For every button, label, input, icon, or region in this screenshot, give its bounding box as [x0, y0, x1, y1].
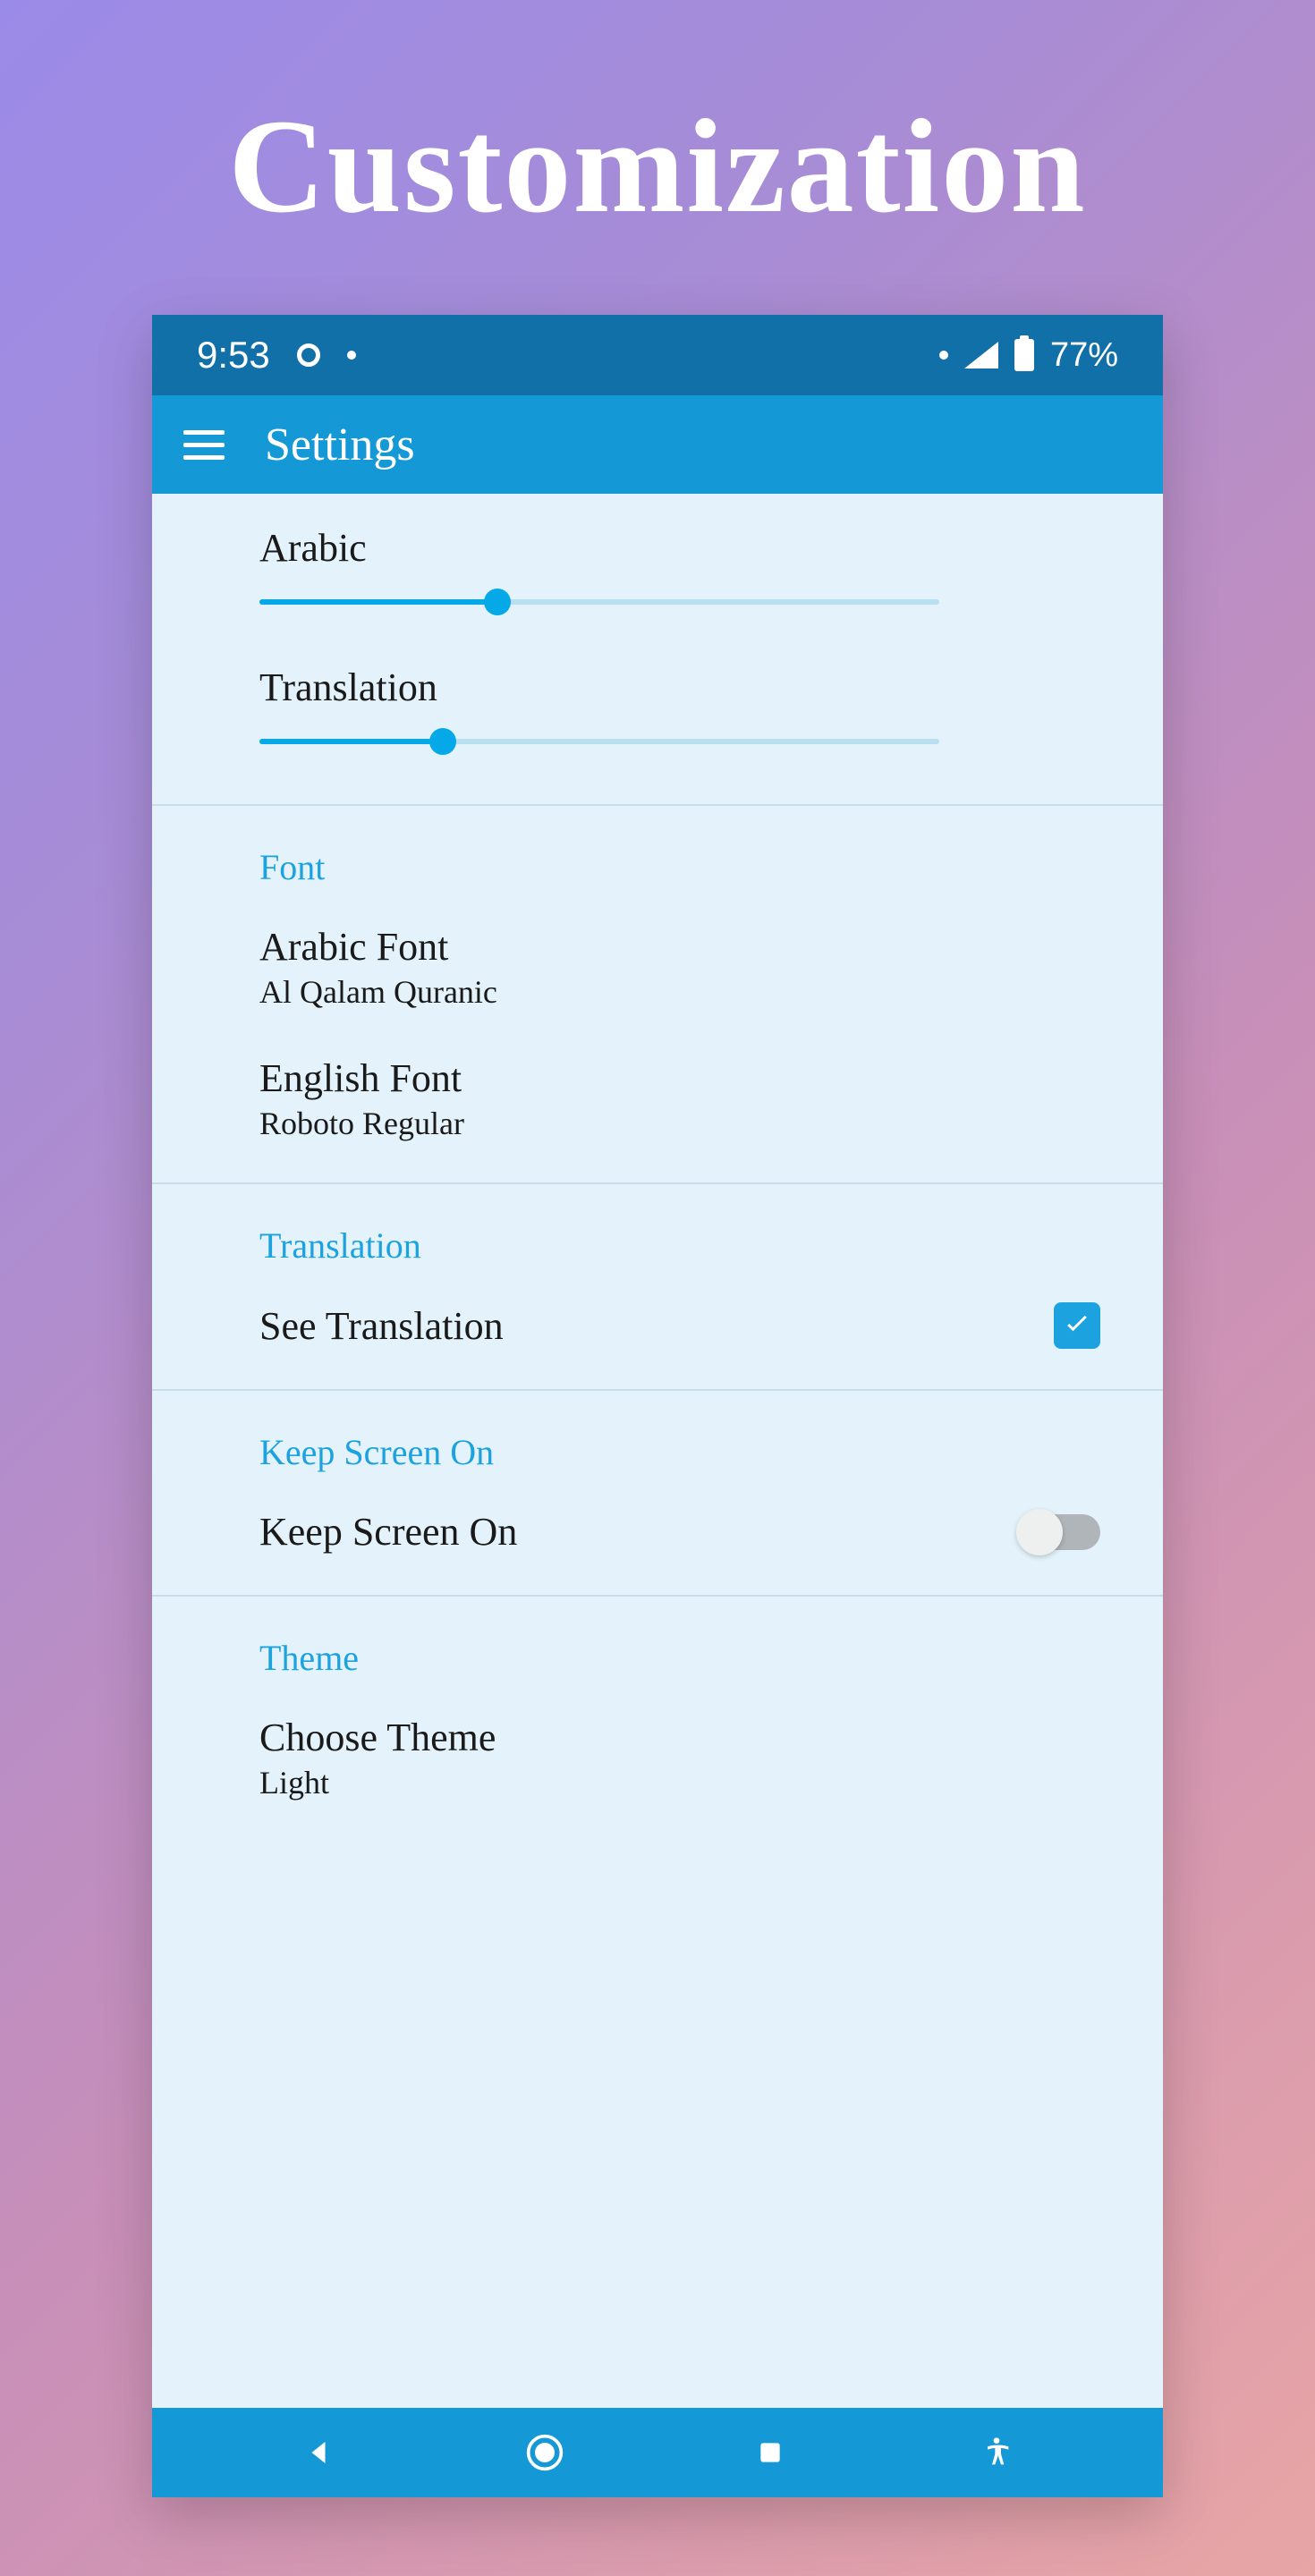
accessibility-icon — [979, 2435, 1014, 2470]
see-translation-row[interactable]: See Translation — [259, 1302, 1136, 1349]
see-translation-title: See Translation — [259, 1303, 504, 1349]
english-font-item[interactable]: English Font Roboto Regular — [259, 1055, 1136, 1142]
home-icon — [525, 2433, 564, 2472]
translation-slider-group: Translation — [259, 665, 1136, 755]
choose-theme-value: Light — [259, 1764, 1136, 1801]
arabic-slider[interactable] — [259, 589, 939, 615]
phone-frame: 9:53 77% Settings Arabic — [152, 315, 1163, 2497]
theme-section-header: Theme — [259, 1637, 1136, 1679]
keep-screen-on-row[interactable]: Keep Screen On — [259, 1509, 1136, 1555]
page-title: Customization — [228, 89, 1086, 243]
translation-section-header: Translation — [259, 1224, 1136, 1267]
nav-recent-button[interactable] — [749, 2431, 792, 2474]
english-font-title: English Font — [259, 1055, 1136, 1101]
translation-section: Translation See Translation — [152, 1184, 1163, 1391]
status-notification-dot-icon — [939, 351, 948, 360]
arabic-font-value: Al Qalam Quranic — [259, 973, 1136, 1011]
arabic-font-title: Arabic Font — [259, 924, 1136, 970]
hamburger-menu-icon[interactable] — [183, 430, 225, 460]
arabic-slider-label: Arabic — [259, 525, 1136, 571]
text-size-section: Arabic Translation — [152, 494, 1163, 806]
app-bar: Settings — [152, 395, 1163, 494]
app-bar-title: Settings — [265, 419, 415, 471]
keep-screen-on-header: Keep Screen On — [259, 1431, 1136, 1473]
status-dot-icon — [347, 351, 356, 360]
choose-theme-item[interactable]: Choose Theme Light — [259, 1715, 1136, 1801]
nav-back-button[interactable] — [297, 2431, 340, 2474]
font-section-header: Font — [259, 846, 1136, 888]
status-record-icon — [297, 343, 320, 367]
arabic-slider-group: Arabic — [259, 525, 1136, 615]
english-font-value: Roboto Regular — [259, 1105, 1136, 1142]
theme-section: Theme Choose Theme Light — [152, 1597, 1163, 1842]
keep-screen-on-title: Keep Screen On — [259, 1509, 517, 1555]
choose-theme-title: Choose Theme — [259, 1715, 1136, 1760]
status-left: 9:53 — [197, 334, 356, 377]
battery-icon — [1014, 339, 1034, 371]
recent-icon — [756, 2438, 785, 2467]
translation-slider-label: Translation — [259, 665, 1136, 710]
keep-screen-on-section: Keep Screen On Keep Screen On — [152, 1391, 1163, 1597]
see-translation-checkbox[interactable] — [1054, 1302, 1100, 1349]
translation-slider[interactable] — [259, 728, 939, 755]
nav-home-button[interactable] — [523, 2431, 566, 2474]
signal-icon — [964, 342, 998, 369]
back-icon — [302, 2436, 335, 2469]
keep-screen-on-toggle[interactable] — [1020, 1514, 1100, 1550]
status-right: 77% — [939, 336, 1118, 375]
settings-content: Arabic Translation — [152, 494, 1163, 2408]
nav-bar — [152, 2408, 1163, 2497]
check-icon — [1061, 1309, 1093, 1342]
battery-percent: 77% — [1050, 336, 1118, 375]
font-section: Font Arabic Font Al Qalam Quranic Englis… — [152, 806, 1163, 1184]
nav-accessibility-button[interactable] — [975, 2431, 1018, 2474]
status-time: 9:53 — [197, 334, 270, 377]
arabic-font-item[interactable]: Arabic Font Al Qalam Quranic — [259, 924, 1136, 1011]
status-bar: 9:53 77% — [152, 315, 1163, 395]
